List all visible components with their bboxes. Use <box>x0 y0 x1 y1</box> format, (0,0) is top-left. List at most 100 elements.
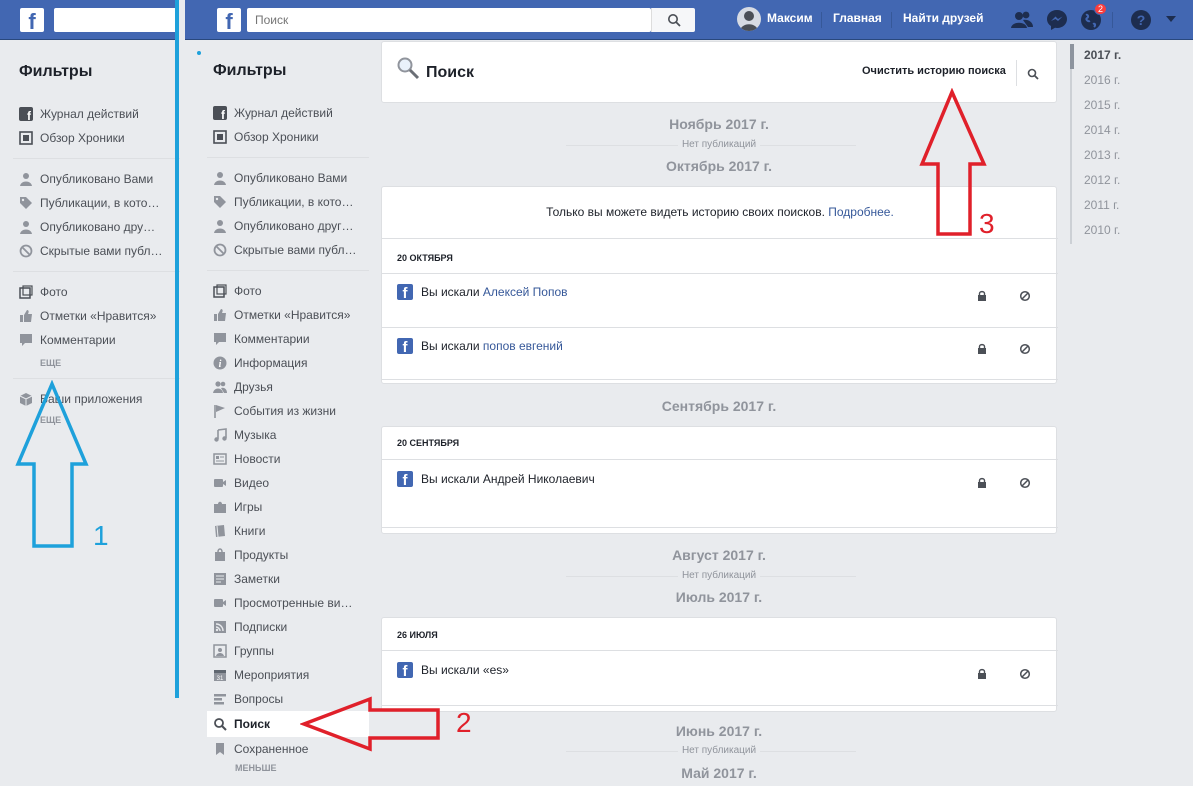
left-menu-photos[interactable]: Фото <box>19 280 174 304</box>
left-search-input[interactable] <box>54 8 178 32</box>
annotation-arrow-left-red <box>300 696 440 752</box>
year-item[interactable]: 2014 г. <box>1070 119 1130 144</box>
sidebar-item-watched-videos[interactable]: Просмотренные ви… <box>207 591 369 615</box>
book-icon <box>213 524 227 538</box>
magnifier-icon <box>668 14 681 27</box>
comment-icon <box>19 333 33 347</box>
shopping-bag-icon <box>213 548 227 562</box>
search-history-icon[interactable] <box>1027 68 1039 80</box>
sidebar-item-comments[interactable]: Комментарии <box>207 327 369 351</box>
help-question-icon[interactable]: ? <box>1129 8 1153 32</box>
year-item[interactable]: 2010 г. <box>1070 219 1130 244</box>
sidebar-item-notes[interactable]: Заметки <box>207 567 369 591</box>
sidebar-less-link[interactable]: МЕНЬШЕ <box>207 761 369 773</box>
profile-link[interactable]: Максим <box>767 11 813 25</box>
search-input[interactable] <box>247 8 651 32</box>
sidebar-item-info[interactable]: i Информация <box>207 351 369 375</box>
video-camera-icon <box>213 596 227 610</box>
facebook-logo-icon[interactable]: f <box>20 8 44 32</box>
learn-more-link[interactable]: Подробнее. <box>828 205 894 219</box>
thumbs-up-icon <box>213 308 227 322</box>
year-item[interactable]: 2011 г. <box>1070 194 1130 219</box>
left-menu-comments[interactable]: Комментарии <box>19 328 174 352</box>
sidebar-item-photos[interactable]: Фото <box>207 279 369 303</box>
list-item: f Вы искали попов евгений <box>397 338 563 354</box>
search-button[interactable] <box>651 8 695 32</box>
delete-ban-icon[interactable] <box>1019 343 1031 355</box>
lock-icon[interactable] <box>976 290 988 302</box>
facebook-square-icon: f <box>397 338 413 354</box>
thumbs-up-icon <box>19 309 33 323</box>
sidebar-item-videos[interactable]: Видео <box>207 471 369 495</box>
search-entry-link[interactable]: попов евгений <box>483 339 563 353</box>
sidebar-item-games[interactable]: Игры <box>207 495 369 519</box>
sidebar-item-published-by-you[interactable]: Опубликовано Вами <box>207 166 369 190</box>
notifications-badge: 2 <box>1094 3 1108 15</box>
sidebar-item-subscriptions[interactable]: Подписки <box>207 615 369 639</box>
sidebar-item-products[interactable]: Продукты <box>207 543 369 567</box>
sidebar-item-news[interactable]: Новости <box>207 447 369 471</box>
flag-icon <box>213 404 227 418</box>
delete-ban-icon[interactable] <box>1019 290 1031 302</box>
sidebar-item-hidden-posts[interactable]: Скрытые вами публ… <box>207 238 369 262</box>
account-menu-chevron-down-icon[interactable] <box>1165 14 1177 24</box>
year-navigation: 2017 г. 2016 г. 2015 г. 2014 г. 2013 г. … <box>1070 44 1130 244</box>
sidebar-item-activity-log[interactable]: f Журнал действий <box>207 101 369 125</box>
year-item[interactable]: 2013 г. <box>1070 144 1130 169</box>
rss-icon <box>213 620 227 634</box>
facebook-logo-icon[interactable]: f <box>217 8 241 32</box>
annotation-number-3: 3 <box>979 208 995 239</box>
svg-text:?: ? <box>1137 12 1146 28</box>
delete-ban-icon[interactable] <box>1019 477 1031 489</box>
row-divider <box>382 459 1058 460</box>
year-item[interactable]: 2015 г. <box>1070 94 1130 119</box>
lock-icon[interactable] <box>976 477 988 489</box>
sidebar-item-groups[interactable]: Группы <box>207 639 369 663</box>
clear-history-button[interactable]: Очистить историю поиска <box>862 65 1006 77</box>
left-menu-hidden-posts[interactable]: Скрытые вами публ… <box>19 239 174 263</box>
tag-icon <box>19 196 33 210</box>
menu-divider <box>13 378 180 379</box>
year-item[interactable]: 2017 г. <box>1070 44 1130 69</box>
year-item[interactable]: 2012 г. <box>1070 169 1130 194</box>
left-menu-published-by-you[interactable]: Опубликовано Вами <box>19 167 174 191</box>
day-label: 26 ИЮЛЯ <box>397 630 438 640</box>
lock-icon[interactable] <box>976 343 988 355</box>
left-menu-activity-log[interactable]: f Журнал действий <box>19 102 174 126</box>
sidebar-item-likes[interactable]: Отметки «Нравится» <box>207 303 369 327</box>
sidebar-item-events[interactable]: 31 Мероприятия <box>207 663 369 687</box>
left-more-link[interactable]: ЕЩЕ <box>19 352 174 376</box>
left-menu-timeline-review[interactable]: Обзор Хроники <box>19 126 174 150</box>
music-note-icon <box>213 428 227 442</box>
questions-icon <box>213 692 227 706</box>
sidebar-item-life-events[interactable]: События из жизни <box>207 399 369 423</box>
avatar[interactable] <box>737 7 761 31</box>
left-header-bar: f <box>0 0 178 40</box>
friend-requests-icon[interactable] <box>1010 8 1034 32</box>
facebook-square-icon: f <box>397 471 413 487</box>
sidebar-filters-title: Фильтры <box>213 62 287 79</box>
sidebar-item-friends[interactable]: Друзья <box>207 375 369 399</box>
lock-icon[interactable] <box>976 668 988 680</box>
left-menu-tagged-posts[interactable]: Публикации, в кото… <box>19 191 174 215</box>
left-menu-likes[interactable]: Отметки «Нравится» <box>19 304 174 328</box>
news-icon <box>213 452 227 466</box>
sidebar-item-published-by-others[interactable]: Опубликовано друг… <box>207 214 369 238</box>
menu-divider <box>13 158 180 159</box>
friends-icon <box>213 380 227 394</box>
home-link[interactable]: Главная <box>833 11 882 25</box>
sidebar-item-books[interactable]: Книги <box>207 519 369 543</box>
delete-ban-icon[interactable] <box>1019 668 1031 680</box>
row-divider <box>382 379 1058 380</box>
month-heading-may: Май 2017 г. <box>681 765 757 781</box>
find-friends-link[interactable]: Найти друзей <box>903 11 983 25</box>
sidebar-item-music[interactable]: Музыка <box>207 423 369 447</box>
search-entry-link[interactable]: Алексей Попов <box>483 285 568 299</box>
sidebar-item-timeline-review[interactable]: Обзор Хроники <box>207 125 369 149</box>
left-menu-published-by-others[interactable]: Опубликовано дру… <box>19 215 174 239</box>
row-divider <box>382 327 1058 328</box>
messenger-icon[interactable] <box>1045 8 1069 32</box>
year-item[interactable]: 2016 г. <box>1070 69 1130 94</box>
row-divider <box>382 705 1058 706</box>
sidebar-item-tagged-posts[interactable]: Публикации, в кото… <box>207 190 369 214</box>
